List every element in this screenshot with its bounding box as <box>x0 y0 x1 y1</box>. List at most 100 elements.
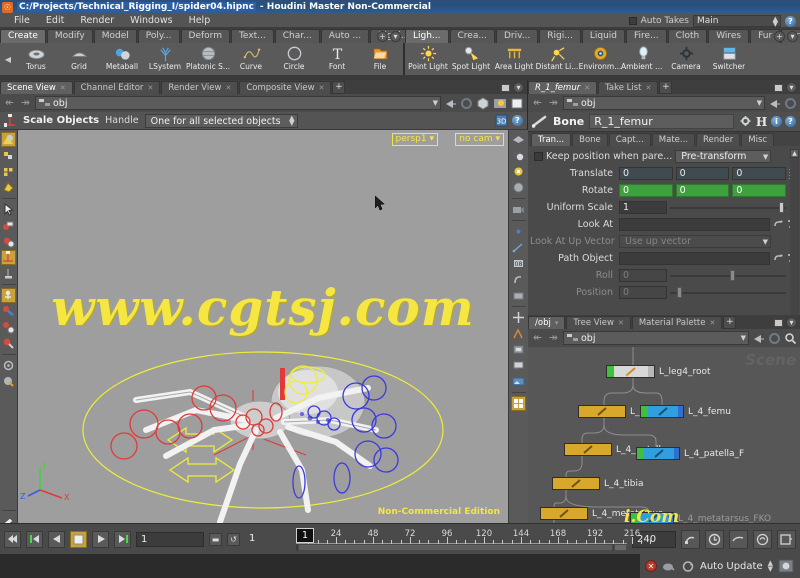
render-now-icon[interactable] <box>778 558 795 574</box>
add-pane-tab-icon[interactable]: + <box>723 316 737 329</box>
chevron-updown-icon[interactable]: ▲ ▼ <box>768 560 773 573</box>
shelf-tab-drive[interactable]: Driv... <box>495 29 539 43</box>
tab-render-view[interactable]: Render View ✕ <box>161 81 239 94</box>
shelf-item-switcher[interactable]: Switcher <box>708 44 750 75</box>
keep-position-checkbox[interactable] <box>534 152 543 161</box>
menu-edit[interactable]: Edit <box>38 14 72 28</box>
shelf-tab-auto[interactable]: Auto ... <box>320 29 370 43</box>
shelf-tab-create[interactable]: Create <box>0 29 46 43</box>
move-tool-icon[interactable] <box>1 218 16 233</box>
shelf-tab-poly[interactable]: Poly... <box>137 29 180 43</box>
houdini-h-icon[interactable]: H <box>755 115 768 128</box>
chevron-down-icon[interactable]: ▼ <box>741 334 746 342</box>
maximize-pane-icon[interactable] <box>774 83 783 92</box>
shelf-tab-create2[interactable]: Crea... <box>449 29 495 43</box>
scroll-up-icon[interactable]: ▲ <box>790 149 799 158</box>
shelf-tab-fire[interactable]: Fire... <box>626 29 667 43</box>
nav-back-icon[interactable]: ↞ <box>3 96 16 110</box>
shelf-tab-rigid[interactable]: Rigi... <box>539 29 581 43</box>
handle-align-icon[interactable] <box>511 342 526 357</box>
ptab-capture[interactable]: Capt... <box>608 133 651 146</box>
shelf-menu-icon[interactable]: ▾ <box>390 31 401 42</box>
select-objects-icon[interactable] <box>1 148 16 163</box>
shelf-item-null[interactable]: Null <box>402 44 403 75</box>
number-display-icon[interactable]: 08 <box>511 256 526 271</box>
frame-start-field[interactable]: 1 <box>136 531 204 547</box>
ptab-misc[interactable]: Misc <box>741 133 775 146</box>
material-icon[interactable] <box>511 180 526 195</box>
info-icon[interactable]: i <box>771 116 782 127</box>
tab-obj-network[interactable]: /obj ▾ <box>528 316 566 329</box>
network-node[interactable]: L_4_patella_F <box>636 447 744 460</box>
timeline-scroll-end[interactable] <box>614 544 627 551</box>
rotate-tool-icon[interactable] <box>1 234 16 249</box>
nav-back-icon[interactable]: ↞ <box>531 331 544 345</box>
translate-y-field[interactable]: 0 <box>675 167 730 180</box>
network-node[interactable]: L_leg4_root <box>606 365 711 378</box>
select-primitives-icon[interactable] <box>1 180 16 195</box>
pane-menu-icon[interactable]: ▾ <box>786 82 797 93</box>
path-object-field[interactable] <box>619 252 770 265</box>
timeline-ruler[interactable]: 24 48 72 96 120 144 168 192 216 1 <box>296 527 651 551</box>
camera-view-icon[interactable] <box>511 202 526 217</box>
parameter-path-field[interactable]: obj ▼ <box>563 96 765 110</box>
tab-material-palette[interactable]: Material Palette ✕ <box>631 316 723 329</box>
tab-tree-view[interactable]: Tree View ✕ <box>566 316 631 329</box>
menu-render[interactable]: Render <box>72 14 122 28</box>
sync-icon[interactable] <box>768 332 781 345</box>
shelf-item-ambient-light[interactable]: Ambient L... <box>621 44 665 75</box>
transform-order-selector[interactable]: Pre-transform ▼ <box>675 150 772 163</box>
stop-icon[interactable] <box>70 530 87 548</box>
shelf-item-camera[interactable]: Camera <box>665 44 707 75</box>
add-pane-tab-icon[interactable]: + <box>332 81 346 94</box>
nav-forward-icon[interactable]: ↠ <box>547 331 560 345</box>
tab-take-list[interactable]: Take List ✕ <box>598 81 659 94</box>
parameter-scrollbar[interactable]: ▲ ▼ <box>790 149 799 328</box>
menu-windows[interactable]: Windows <box>122 14 180 28</box>
close-icon[interactable]: ✕ <box>60 82 66 94</box>
add-pane-tab-icon[interactable]: + <box>659 81 673 94</box>
tab-composite-view[interactable]: Composite View ✕ <box>239 81 332 94</box>
tab-channel-editor[interactable]: Channel Editor ✕ <box>73 81 161 94</box>
sound-icon[interactable] <box>753 529 772 549</box>
timeline-scroll-thumb[interactable] <box>298 544 613 551</box>
scale-tool-icon[interactable] <box>1 250 16 265</box>
shelf-item-metaball[interactable]: Metaball <box>101 44 143 75</box>
network-node[interactable]: L_4_tibia <box>552 477 644 490</box>
light-icon[interactable] <box>511 164 526 179</box>
bone-tool-icon[interactable] <box>1 304 16 319</box>
close-icon[interactable]: ✕ <box>709 317 715 329</box>
pane-menu-icon[interactable]: ▾ <box>786 317 797 328</box>
shading-icon[interactable] <box>511 148 526 163</box>
help-icon[interactable]: ? <box>785 116 796 127</box>
vector-display-icon[interactable] <box>511 240 526 255</box>
ptab-transform[interactable]: Tran... <box>531 133 572 146</box>
jump-to-start-icon[interactable] <box>4 530 21 548</box>
close-icon[interactable]: ✕ <box>618 317 624 329</box>
close-icon[interactable]: ✕ <box>645 82 651 94</box>
snapshot-icon[interactable] <box>777 529 796 549</box>
shelf-tab-model[interactable]: Model <box>93 29 137 43</box>
chevron-down-icon[interactable]: ▼ <box>433 99 438 107</box>
tab-parameters[interactable]: R_1_femur ✕ <box>528 81 598 94</box>
transform-tool-icon[interactable] <box>1 266 16 281</box>
uniform-scale-field[interactable]: 1 <box>619 201 667 214</box>
tab-scene-view[interactable]: Scene View ✕ <box>0 81 73 94</box>
help-icon[interactable]: ? <box>512 115 523 126</box>
parameter-node-name[interactable]: R_1_femur <box>589 114 734 129</box>
close-icon[interactable]: ✕ <box>147 82 153 94</box>
viewport-canvas[interactable]: Y X Z www.cgtsj.com persp1 ▾ no cam ▾ No… <box>18 130 508 523</box>
shelf-item-lsystem[interactable]: LSystem <box>144 44 186 75</box>
background-image-icon[interactable] <box>511 374 526 389</box>
pin-icon[interactable] <box>768 97 781 110</box>
view-tool-icon[interactable] <box>1 132 16 147</box>
shelf-tab-cloth[interactable]: Cloth <box>667 29 708 43</box>
pin-icon[interactable] <box>752 332 765 345</box>
help-icon[interactable]: ? <box>785 15 796 27</box>
translate-z-field[interactable]: 0 <box>732 167 787 180</box>
display-options-icon[interactable] <box>511 132 526 147</box>
pointer-icon[interactable] <box>1 202 16 217</box>
search-icon[interactable] <box>784 332 797 345</box>
pane-menu-icon[interactable]: ▾ <box>513 82 524 93</box>
shelf-item-area-light[interactable]: Area Light <box>493 44 535 75</box>
